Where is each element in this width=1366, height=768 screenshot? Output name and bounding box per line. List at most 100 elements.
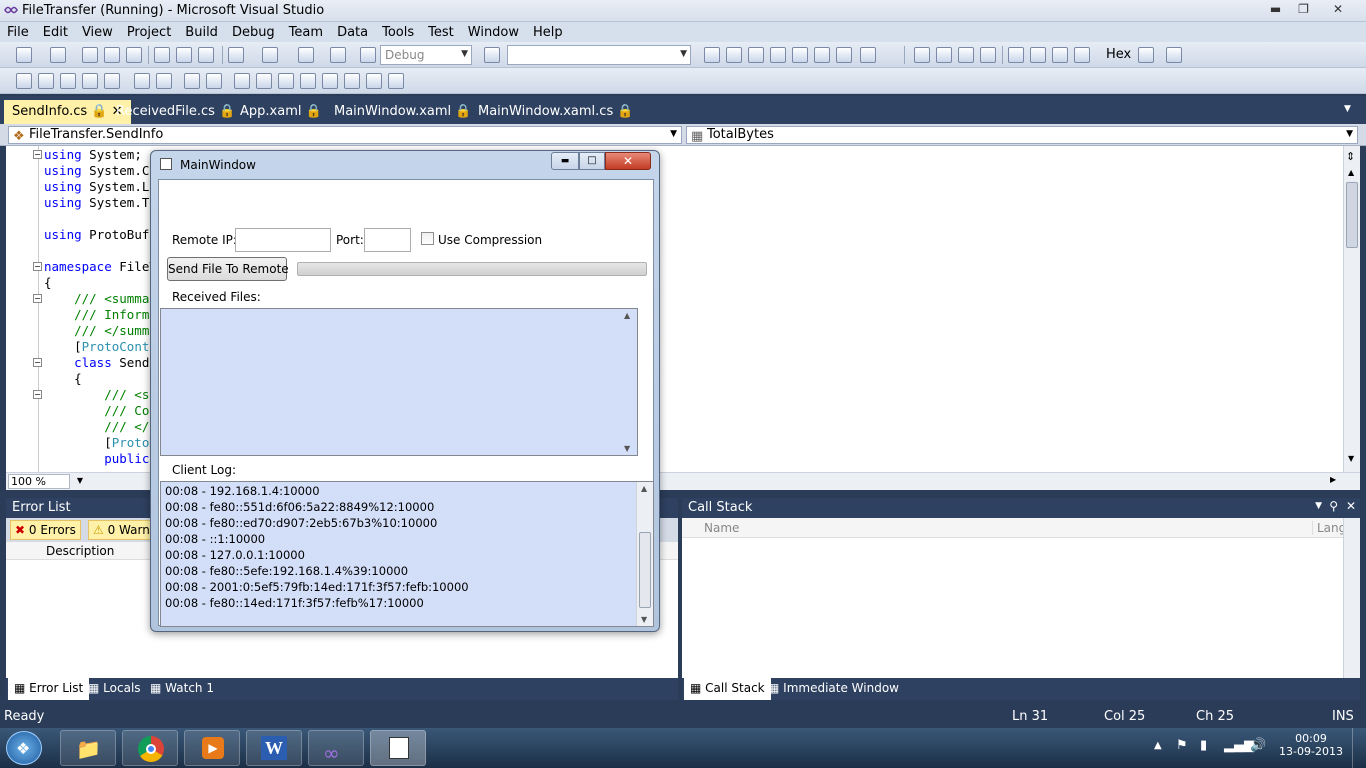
- cut-icon[interactable]: [154, 47, 170, 63]
- tab-call-stack[interactable]: ▦ Call Stack: [684, 678, 771, 700]
- tab-mainwindow-xaml[interactable]: MainWindow.xaml 🔒: [326, 100, 480, 124]
- log-entry[interactable]: 00:08 - fe80::551d:6f06:5a22:8849%12:100…: [161, 500, 653, 516]
- collapse-region-icon[interactable]: −: [33, 150, 42, 159]
- decrease-indent-icon[interactable]: [104, 73, 120, 89]
- collapse-region-icon[interactable]: −: [33, 262, 42, 271]
- send-file-button[interactable]: Send File To Remote: [167, 257, 289, 281]
- code-line[interactable]: /// Cor: [44, 403, 157, 419]
- minimize-button[interactable]: ▬: [1262, 0, 1289, 18]
- scroll-thumb[interactable]: [639, 532, 651, 608]
- code-line[interactable]: [ProtoM: [44, 435, 157, 451]
- restart-icon[interactable]: [980, 47, 996, 63]
- tab-watch-1[interactable]: ▦ Watch 1: [150, 681, 214, 695]
- scroll-up-icon[interactable]: ▲: [1348, 168, 1354, 177]
- add-item-icon[interactable]: [50, 47, 66, 63]
- word-completion-icon[interactable]: [82, 73, 98, 89]
- log-entry[interactable]: 00:08 - fe80::5efe:192.168.1.4%39:10000: [161, 564, 653, 580]
- collapse-region-icon[interactable]: −: [33, 390, 42, 399]
- tab-error-list[interactable]: ▦ Error List: [8, 678, 90, 700]
- tab-immediate-window[interactable]: ▦ Immediate Window: [768, 681, 899, 695]
- name-column-header[interactable]: Name: [704, 521, 739, 535]
- pin-icon[interactable]: ⚲: [1329, 499, 1338, 513]
- open-file-icon[interactable]: [82, 47, 98, 63]
- media-player-icon[interactable]: ▶: [184, 730, 240, 766]
- code-line[interactable]: class SendI: [44, 355, 157, 371]
- client-log-scrollbar[interactable]: ▲ ▼: [636, 482, 653, 626]
- restore-button[interactable]: ❐: [1290, 0, 1317, 18]
- menu-window[interactable]: Window: [461, 25, 526, 40]
- code-line[interactable]: {: [44, 275, 52, 291]
- code-line[interactable]: /// </summa: [44, 323, 157, 339]
- scroll-thumb[interactable]: [1346, 182, 1358, 248]
- quick-info-icon[interactable]: [60, 73, 76, 89]
- start-page-icon[interactable]: [792, 47, 808, 63]
- copy-icon[interactable]: [176, 47, 192, 63]
- use-compression-checkbox[interactable]: [421, 232, 434, 245]
- collapse-region-icon[interactable]: −: [33, 358, 42, 367]
- extension-manager-icon[interactable]: [814, 47, 830, 63]
- object-browser-icon[interactable]: [748, 47, 764, 63]
- log-entry[interactable]: 00:08 - fe80::ed70:d907:2eb5:67b3%10:100…: [161, 516, 653, 532]
- app-window-icon[interactable]: [370, 730, 426, 766]
- tab-app-xaml[interactable]: App.xaml 🔒: [232, 100, 330, 124]
- code-line[interactable]: /// </s: [44, 419, 157, 435]
- log-entry[interactable]: 00:08 - 127.0.0.1:10000: [161, 548, 653, 564]
- use-compression-label[interactable]: Use Compression: [438, 233, 542, 247]
- tab-receivedfile-cs[interactable]: ReceivedFile.cs 🔒: [108, 100, 243, 124]
- code-line[interactable]: using System;: [44, 147, 142, 163]
- zoom-dropdown[interactable]: 100 % ▼: [8, 474, 83, 489]
- dialog-maximize-button[interactable]: □: [579, 152, 605, 170]
- hex-toggle[interactable]: Hex: [1106, 47, 1131, 62]
- tab-mainwindow-xaml-cs[interactable]: MainWindow.xaml.cs 🔒: [470, 100, 642, 124]
- menu-edit[interactable]: Edit: [36, 25, 75, 40]
- clear-bookmarks-icon[interactable]: [366, 73, 382, 89]
- log-entry[interactable]: 00:08 - ::1:10000: [161, 532, 653, 548]
- port-input[interactable]: [364, 228, 411, 252]
- continue-icon[interactable]: [914, 47, 930, 63]
- show-next-statement-icon[interactable]: [1008, 47, 1024, 63]
- client-log-list[interactable]: 00:08 - 192.168.1.4:10000 00:08 - fe80::5…: [160, 481, 654, 627]
- parameter-info-icon[interactable]: [38, 73, 54, 89]
- tab-list-dropdown[interactable]: ▼: [1344, 104, 1351, 114]
- stop-debugging-icon[interactable]: [958, 47, 974, 63]
- call-stack-scrollbar[interactable]: [1343, 518, 1360, 678]
- code-line[interactable]: /// <summar: [44, 291, 157, 307]
- code-line[interactable]: using System.Li: [44, 179, 157, 195]
- threads-icon[interactable]: [1138, 47, 1154, 63]
- menu-tools[interactable]: Tools: [375, 25, 421, 40]
- window-position-dropdown[interactable]: ▼: [1315, 501, 1322, 511]
- toggle-bookmark-icon[interactable]: [206, 73, 222, 89]
- comment-out-icon[interactable]: [156, 73, 172, 89]
- breakpoints-icon[interactable]: [1166, 47, 1182, 63]
- start-button[interactable]: ❖: [6, 731, 42, 765]
- menu-file[interactable]: File: [0, 25, 36, 40]
- paste-icon[interactable]: [198, 47, 214, 63]
- menu-help[interactable]: Help: [526, 25, 570, 40]
- members-dropdown[interactable]: ▦ TotalBytes ▼: [686, 126, 1358, 144]
- log-entry[interactable]: 00:08 - fe80::14ed:171f:3f57:fefb%17:100…: [161, 596, 653, 612]
- menu-team[interactable]: Team: [282, 25, 330, 40]
- tab-locals[interactable]: ▦ Locals: [88, 681, 141, 695]
- more-tools-icon[interactable]: [860, 47, 876, 63]
- solution-explorer-icon[interactable]: [704, 47, 720, 63]
- editor-vertical-scrollbar[interactable]: ⇕ ▲ ▼: [1343, 146, 1360, 472]
- menu-test[interactable]: Test: [421, 25, 461, 40]
- warnings-filter-button[interactable]: ⚠ 0 Warni: [88, 520, 158, 540]
- step-out-icon[interactable]: [1074, 47, 1090, 63]
- received-files-list[interactable]: ▲ ▼: [160, 308, 638, 456]
- menu-project[interactable]: Project: [120, 25, 178, 40]
- show-desktop-button[interactable]: [1352, 728, 1366, 768]
- scroll-up-icon[interactable]: ▲: [641, 484, 647, 493]
- power-icon[interactable]: ▮: [1200, 738, 1207, 753]
- command-window-icon[interactable]: [836, 47, 852, 63]
- save-all-icon[interactable]: [126, 47, 142, 63]
- dialog-minimize-button[interactable]: ▬: [551, 152, 579, 170]
- next-bookmark-folder-icon[interactable]: [300, 73, 316, 89]
- split-icon[interactable]: ⇕: [1346, 150, 1358, 163]
- find-combo[interactable]: ▼: [507, 45, 691, 65]
- remote-ip-input[interactable]: [235, 228, 331, 252]
- code-line[interactable]: using System.Te: [44, 195, 157, 211]
- scroll-down-icon[interactable]: ▼: [641, 615, 647, 624]
- next-bookmark-icon[interactable]: [256, 73, 272, 89]
- break-all-icon[interactable]: [936, 47, 952, 63]
